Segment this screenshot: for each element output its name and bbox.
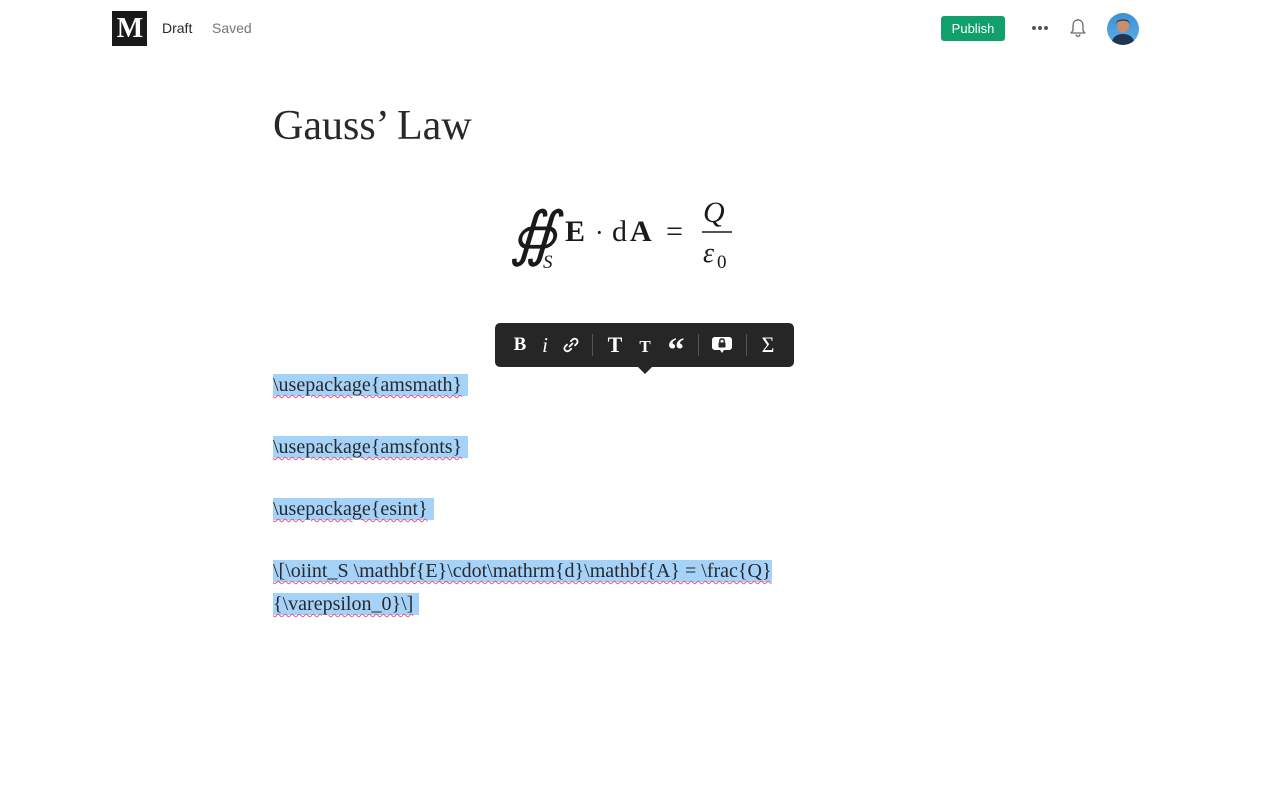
selected-text: \usepackage{esint} bbox=[273, 498, 434, 520]
math-button[interactable]: Σ bbox=[755, 323, 781, 367]
private-note-button[interactable] bbox=[707, 323, 737, 367]
small-title-icon: T bbox=[639, 336, 651, 356]
equation-block[interactable]: ∯ S E · d A = Q ε 0 bbox=[510, 188, 750, 278]
medium-logo[interactable]: M bbox=[112, 11, 147, 46]
article-title[interactable]: Gauss’ Law bbox=[273, 100, 472, 152]
svg-text:Q: Q bbox=[703, 196, 725, 229]
italic-button[interactable]: i bbox=[534, 323, 556, 367]
large-title-button[interactable]: T bbox=[601, 323, 629, 367]
selected-text: \usepackage{amsmath} bbox=[273, 374, 469, 396]
publish-button[interactable]: Publish bbox=[941, 16, 1005, 41]
format-toolbar: B i T T “ Σ bbox=[495, 323, 794, 369]
svg-text:=: = bbox=[666, 215, 683, 248]
svg-text:0: 0 bbox=[717, 252, 727, 273]
selected-text: \[\oiint_S \mathbf{E}\cdot\mathrm{d}\mat… bbox=[273, 560, 772, 615]
private-note-icon bbox=[712, 337, 732, 353]
svg-text:·: · bbox=[595, 218, 604, 247]
bold-button[interactable]: B bbox=[508, 323, 532, 367]
svg-text:S: S bbox=[543, 252, 553, 273]
bell-icon bbox=[1070, 18, 1086, 38]
italic-icon: i bbox=[542, 332, 548, 357]
quote-icon: “ bbox=[667, 332, 685, 369]
svg-text:∯: ∯ bbox=[510, 201, 564, 267]
link-icon bbox=[563, 337, 579, 353]
draft-label: Draft bbox=[162, 20, 193, 36]
svg-text:d: d bbox=[612, 215, 627, 248]
paragraph-usepackage-amsmath[interactable]: \usepackage{amsmath} bbox=[273, 369, 469, 402]
large-title-icon: T bbox=[607, 332, 623, 357]
notifications-button[interactable] bbox=[1067, 16, 1089, 40]
small-title-button[interactable]: T bbox=[631, 323, 659, 367]
svg-text:A: A bbox=[630, 215, 652, 248]
more-options-button[interactable] bbox=[1027, 17, 1053, 39]
link-button[interactable] bbox=[558, 323, 584, 367]
toolbar-pointer bbox=[637, 366, 653, 374]
svg-text:E: E bbox=[565, 215, 585, 248]
bold-icon: B bbox=[513, 334, 527, 355]
user-avatar[interactable] bbox=[1107, 13, 1139, 45]
svg-text:ε: ε bbox=[703, 238, 714, 269]
paragraph-latex-equation[interactable]: \[\oiint_S \mathbf{E}\cdot\mathrm{d}\mat… bbox=[273, 555, 873, 621]
paragraph-usepackage-esint[interactable]: \usepackage{esint} bbox=[273, 493, 434, 526]
selected-text: \usepackage{amsfonts} bbox=[273, 436, 469, 458]
paragraph-usepackage-amsfonts[interactable]: \usepackage{amsfonts} bbox=[273, 431, 469, 464]
sigma-icon: Σ bbox=[761, 332, 775, 357]
quote-button[interactable]: “ bbox=[661, 323, 691, 369]
ellipsis-icon bbox=[1032, 26, 1048, 30]
saved-status: Saved bbox=[212, 20, 252, 36]
rendered-equation: ∯ S E · d A = Q ε 0 bbox=[510, 196, 732, 273]
